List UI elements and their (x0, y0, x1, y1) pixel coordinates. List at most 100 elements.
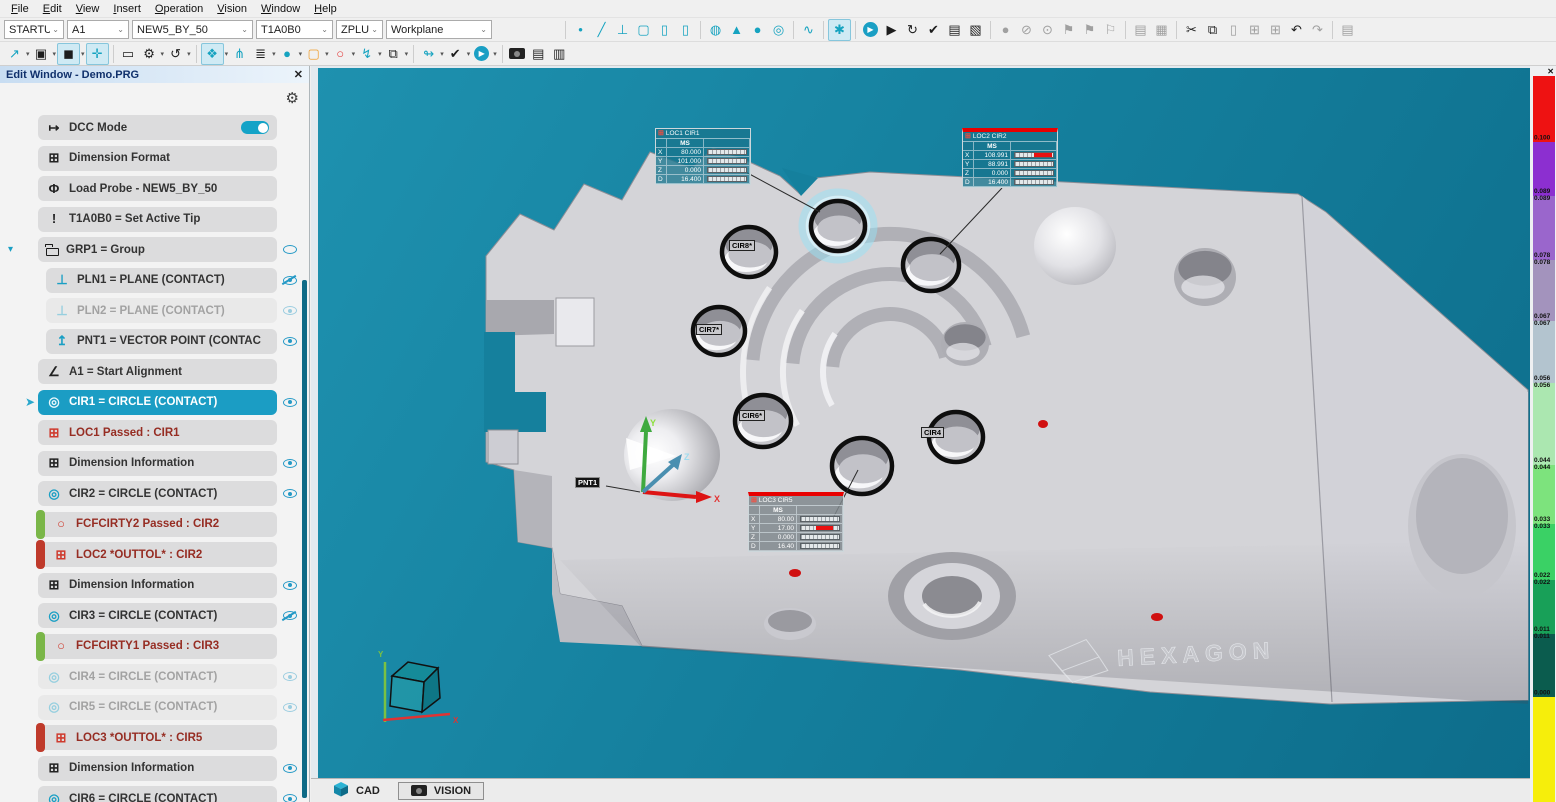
command-loc3[interactable]: ⊞LOC3 *OUTTOL* : CIR5 (38, 725, 277, 750)
menu-window[interactable]: Window (254, 2, 307, 16)
command-t1a0b0[interactable]: !T1A0B0 = Set Active Tip (38, 207, 277, 232)
graph-pane-icon[interactable]: ▥ (549, 44, 570, 64)
command-load[interactable]: ΦLoad Probe - NEW5_BY_50 (38, 176, 277, 201)
rotate-view-icon[interactable]: ↺ (165, 44, 186, 64)
probe-path-icon[interactable]: ↬ (418, 44, 439, 64)
view-setup-dropdown-caret[interactable]: ▾ (53, 50, 57, 58)
cad-view-icon[interactable]: ◼ (57, 43, 80, 65)
view-setup-icon[interactable]: ▣ (31, 44, 52, 64)
execute-refresh-icon[interactable]: ↻ (902, 20, 923, 40)
sphere-feature-icon[interactable]: ● (747, 20, 768, 40)
alignment-select[interactable]: A1⌄ (67, 20, 129, 39)
eye-icon[interactable] (283, 764, 297, 773)
menu-vision[interactable]: Vision (210, 2, 254, 16)
document-execute-icon[interactable]: ▤ (944, 20, 965, 40)
menu-operation[interactable]: Operation (148, 2, 210, 16)
eye-icon[interactable] (283, 794, 297, 802)
command-dimension[interactable]: ⊞Dimension Format (38, 146, 277, 171)
copy-icon[interactable]: ⧉ (1202, 20, 1223, 40)
paste-icon[interactable]: ▯ (1223, 20, 1244, 40)
menu-insert[interactable]: Insert (106, 2, 148, 16)
bookmark-icon[interactable]: ⚑ (1058, 20, 1079, 40)
undo-icon[interactable]: ↶ (1286, 20, 1307, 40)
verify-check-icon[interactable]: ✔ (445, 44, 466, 64)
curve-feature-icon[interactable]: ∿ (798, 20, 819, 40)
command-cir4[interactable]: ◎CIR4 = CIRCLE (CONTACT) (38, 664, 277, 689)
bookmark-clear-icon[interactable]: ⚐ (1100, 20, 1121, 40)
report-pane-icon[interactable]: ▤ (528, 44, 549, 64)
print-icon[interactable]: ▤ (1337, 20, 1358, 40)
line-feature-icon[interactable]: ╱ (591, 20, 612, 40)
torus-feature-icon[interactable]: ◎ (768, 20, 789, 40)
command-cir6[interactable]: ◎CIR6 = CIRCLE (CONTACT) (38, 786, 277, 802)
menu-help[interactable]: Help (307, 2, 344, 16)
command-loc2[interactable]: ⊞LOC2 *OUTTOL* : CIR2 (38, 542, 277, 567)
translate-view-icon[interactable]: ❖ (201, 43, 224, 65)
cad-viewport[interactable]: X Y Z Y X HEXAGON (318, 68, 1530, 778)
break-point-disabled-icon[interactable]: ⊘ (1016, 20, 1037, 40)
snapshot-camera-icon[interactable] (507, 44, 528, 64)
alignment-select-chevron-down-icon[interactable]: ⌄ (117, 25, 124, 34)
sphere-tool-icon[interactable]: ● (277, 44, 298, 64)
command-cir3[interactable]: ◎CIR3 = CIRCLE (CONTACT) (38, 603, 277, 628)
redo-icon[interactable]: ↷ (1307, 20, 1328, 40)
bookmark-add-icon[interactable]: ⚑ (1079, 20, 1100, 40)
measurement-label-loc1[interactable]: ⊞LOC1 CIR1MSX80.000Y101.000Z0.000D16.400 (655, 128, 751, 185)
command-pln1[interactable]: ⊥PLN1 = PLANE (CONTACT) (46, 268, 277, 293)
square-slot-feature-icon[interactable]: ▯ (675, 20, 696, 40)
feature-tag-cir7[interactable]: CIR7* (696, 324, 722, 335)
optimization-gears-icon[interactable]: ⚙ (139, 44, 160, 64)
command-cir1[interactable]: ◎CIR1 = CIRCLE (CONTACT) (38, 390, 277, 415)
command-loc1[interactable]: ⊞LOC1 Passed : CIR1 (38, 420, 277, 445)
program-select-chevron-down-icon[interactable]: ⌄ (52, 25, 59, 34)
verify-check-dropdown-caret[interactable]: ▾ (467, 50, 471, 58)
point-feature-icon[interactable]: • (570, 20, 591, 40)
tab-cad[interactable]: CAD (321, 779, 392, 802)
command-cir2[interactable]: ◎CIR2 = CIRCLE (CONTACT) (38, 481, 277, 506)
probe-select[interactable]: NEW5_BY_50⌄ (132, 20, 253, 39)
optimization-gears-dropdown-caret[interactable]: ▾ (161, 50, 165, 58)
confirm-check-icon[interactable]: ✔ (923, 20, 944, 40)
circle-feature-icon[interactable]: ▢ (633, 20, 654, 40)
command-dimension[interactable]: ⊞Dimension Information (38, 451, 277, 476)
eye-icon[interactable] (283, 489, 297, 498)
break-point-icon[interactable]: ● (995, 20, 1016, 40)
execute-mini-dropdown-caret[interactable]: ▾ (493, 50, 497, 58)
eye-icon[interactable] (283, 398, 297, 407)
execute-mini-icon[interactable]: ▶ (471, 44, 492, 64)
cad-view-dropdown-caret[interactable]: ▾ (81, 50, 85, 58)
tree-collapse-icon[interactable]: ▾ (8, 244, 13, 255)
feature-list-dropdown-caret[interactable]: ▾ (272, 50, 276, 58)
color-scale-close-icon[interactable]: ✕ (1547, 67, 1554, 76)
feature-tag-cir4[interactable]: CIR4 (921, 427, 944, 438)
translate-view-dropdown-caret[interactable]: ▾ (225, 50, 229, 58)
eye-icon[interactable] (283, 703, 297, 712)
report-window-icon[interactable]: ▤ (1130, 20, 1151, 40)
measurement-label-loc2[interactable]: ⊞LOC2 CIR2MSX108.991Y88.991Z0.000D16.400 (962, 128, 1058, 188)
workplane-select-chevron-down-icon[interactable]: ⌄ (371, 25, 378, 34)
document-cancel-icon[interactable]: ▧ (965, 20, 986, 40)
quick-align-dropdown-caret[interactable]: ▾ (378, 50, 382, 58)
auto-feature-icon[interactable]: ✱ (828, 19, 851, 41)
paste-special-icon[interactable]: ⊞ (1244, 20, 1265, 40)
command-cir5[interactable]: ◎CIR5 = CIRCLE (CONTACT) (38, 695, 277, 720)
eye-icon[interactable] (283, 306, 297, 315)
plane-feature-icon[interactable]: ⊥ (612, 20, 633, 40)
copy-window-dropdown-caret[interactable]: ▾ (405, 50, 409, 58)
eye-icon[interactable] (283, 337, 297, 346)
pattern-icon[interactable]: ⊞ (1265, 20, 1286, 40)
gear-icon[interactable]: ⚙ (286, 89, 299, 107)
program-select[interactable]: STARTUP⌄ (4, 20, 64, 39)
execute-from-cursor-icon[interactable]: ▶ (881, 20, 902, 40)
jump-to-icon[interactable]: ⊙ (1037, 20, 1058, 40)
tab-vision[interactable]: VISION (398, 782, 484, 800)
command-dimension[interactable]: ⊞Dimension Information (38, 573, 277, 598)
eye-icon[interactable] (283, 672, 297, 681)
workplane-label-select[interactable]: Workplane⌄ (386, 20, 492, 39)
probe-toggle-icon[interactable]: ⋔ (229, 44, 250, 64)
feature-tag-cir6[interactable]: CIR6* (739, 410, 765, 421)
command-pnt1[interactable]: ↥PNT1 = VECTOR POINT (CONTAC (46, 329, 277, 354)
sphere-tool-dropdown-caret[interactable]: ▾ (299, 50, 303, 58)
feature-tag-pnt1[interactable]: PNT1 (575, 477, 600, 488)
cone-feature-icon[interactable]: ▲ (726, 20, 747, 40)
